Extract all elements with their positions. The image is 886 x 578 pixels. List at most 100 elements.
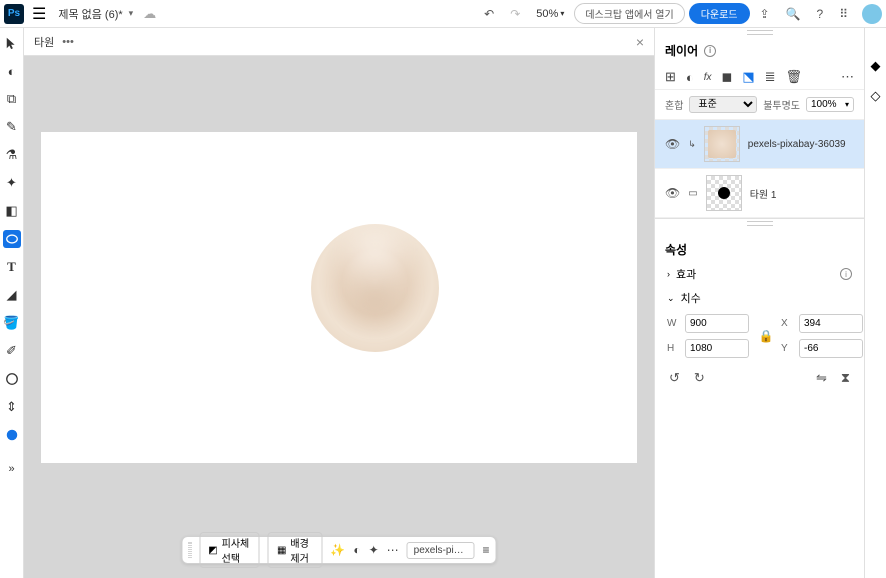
search-icon[interactable]: 🔍 xyxy=(780,5,807,23)
eraser-tool[interactable]: ◧ xyxy=(3,202,21,220)
expand-tools-icon[interactable]: » xyxy=(3,460,21,478)
magic-brush-icon[interactable]: ✨ xyxy=(330,543,345,557)
drag-handle-icon[interactable] xyxy=(189,542,192,558)
open-desktop-button[interactable]: 데스크탑 앱에서 열기 xyxy=(574,3,684,24)
layer-item-image[interactable]: 👁 ↳ pexels-pixabay-36039 xyxy=(655,120,864,169)
lasso-tool[interactable]: ◐ xyxy=(3,62,21,80)
x-input[interactable] xyxy=(799,314,863,333)
apps-icon[interactable]: ⠿ xyxy=(833,5,854,23)
width-label: W xyxy=(667,318,679,329)
chevron-down-icon[interactable]: ▾ xyxy=(129,8,134,19)
clone-tool[interactable]: ⚗ xyxy=(3,146,21,164)
ellipse-tool[interactable] xyxy=(3,230,21,248)
retouch-icon[interactable]: ✦ xyxy=(369,543,379,557)
more-options-icon[interactable]: ••• xyxy=(62,36,74,48)
settings-icon[interactable]: ≡ xyxy=(482,543,489,557)
shape-type-label[interactable]: 타원 xyxy=(34,34,54,50)
crop-tool[interactable]: ⧉ xyxy=(3,90,21,108)
share-icon[interactable]: ⇪ xyxy=(754,5,776,23)
heal-tool[interactable]: ✦ xyxy=(3,174,21,192)
download-button[interactable]: 다운로드 xyxy=(689,3,750,24)
fx-icon[interactable]: fx xyxy=(704,72,712,83)
select-subject-button[interactable]: ◩피사체 선택 xyxy=(199,532,260,568)
properties-panel: 속성 › 효과 i ⌄ 치수 W 🔒 X H Y xyxy=(655,227,864,578)
clip-indicator-icon: ↳ xyxy=(688,139,696,150)
panel-grip[interactable] xyxy=(655,28,864,36)
comments-icon[interactable]: ◆ xyxy=(871,58,881,74)
layer-name-label[interactable]: pexels-pixabay-36039 xyxy=(748,139,846,150)
y-input[interactable] xyxy=(799,339,863,358)
right-panel: 레이어 i ⊞ ◐ fx ◼ ⬔ ≣ 🗑 ⋯ 혼합 표준 불투명도 100%▾ … xyxy=(654,28,864,578)
active-layer-name[interactable]: pexels-pixabay-... xyxy=(407,542,475,559)
x-label: X xyxy=(781,318,793,329)
visibility-icon[interactable]: 👁 xyxy=(665,137,680,151)
add-layer-icon[interactable]: ⊞ xyxy=(665,69,676,85)
more-icon[interactable]: ⋯ xyxy=(387,543,399,557)
brush-tool[interactable]: ✎ xyxy=(3,118,21,136)
width-input[interactable] xyxy=(685,314,749,333)
zoom-level[interactable]: 50% ▾ xyxy=(530,6,570,22)
height-label: H xyxy=(667,343,679,354)
chevron-down-icon[interactable]: ⌄ xyxy=(667,293,675,304)
adjustments-icon[interactable]: ◐ xyxy=(353,543,360,557)
canvas-area[interactable]: ◩피사체 선택 ▦배경 제거 ✨ ◐ ✦ ⋯ pexels-pixabay-..… xyxy=(24,56,654,578)
height-input[interactable] xyxy=(685,339,749,358)
flip-horizontal-icon[interactable]: ⇋ xyxy=(816,370,827,386)
info-icon[interactable]: i xyxy=(840,268,852,280)
stroke-color[interactable] xyxy=(3,370,21,388)
delete-icon[interactable]: 🗑 xyxy=(786,69,803,85)
undo-button[interactable]: ↶ xyxy=(478,5,500,23)
bucket-tool[interactable]: 🪣 xyxy=(3,314,21,332)
effects-label[interactable]: 효과 xyxy=(676,266,834,282)
photoshop-logo[interactable]: Ps xyxy=(4,4,24,24)
user-avatar[interactable] xyxy=(862,4,882,24)
fill-color[interactable] xyxy=(3,426,21,444)
layers-panel-title: 레이어 i xyxy=(655,36,864,65)
y-label: Y xyxy=(781,343,793,354)
flip-vertical-icon[interactable]: ⧗ xyxy=(841,370,850,386)
opacity-label: 불투명도 xyxy=(763,97,800,112)
gradient-tool[interactable]: ◢ xyxy=(3,286,21,304)
layer-menu-icon[interactable]: ⋯ xyxy=(841,69,854,85)
mini-panel-strip: ◆ ◇ xyxy=(864,28,886,578)
adjustment-icon[interactable]: ◐ xyxy=(686,70,694,85)
opacity-value[interactable]: 100%▾ xyxy=(806,97,854,112)
redo-button[interactable]: ↷ xyxy=(504,5,526,23)
layer-list: 👁 ↳ pexels-pixabay-36039 👁 ▭ 타원 1 xyxy=(655,120,864,219)
link-wh-icon[interactable]: 🔒 xyxy=(757,329,775,343)
hamburger-icon[interactable]: ☰ xyxy=(28,2,50,26)
panel-grip[interactable] xyxy=(655,219,864,227)
layer-name-label[interactable]: 타원 1 xyxy=(750,186,777,201)
properties-title: 속성 xyxy=(655,233,864,262)
canvas[interactable] xyxy=(41,132,637,463)
help-icon[interactable]: ? xyxy=(811,5,830,23)
eyedropper-tool[interactable]: ✐ xyxy=(3,342,21,360)
dimensions-label[interactable]: 치수 xyxy=(681,290,852,306)
mask-icon[interactable]: ◼ xyxy=(722,69,733,85)
rotate-ccw-icon[interactable]: ↺ xyxy=(669,370,680,386)
chevron-right-icon[interactable]: › xyxy=(667,269,670,279)
layer-item-ellipse[interactable]: 👁 ▭ 타원 1 xyxy=(655,169,864,218)
layer-thumbnail[interactable] xyxy=(704,126,740,162)
options-bar: 타원 ••• × xyxy=(24,28,654,56)
cloud-sync-icon[interactable]: ☁ xyxy=(143,6,156,22)
document-title[interactable]: 제목 없음 (6)* xyxy=(58,6,122,22)
info-icon[interactable]: i xyxy=(704,45,716,57)
remove-bg-button[interactable]: ▦배경 제거 xyxy=(268,532,322,568)
move-tool[interactable] xyxy=(3,34,21,52)
history-icon[interactable]: ◇ xyxy=(871,88,881,104)
type-tool[interactable]: T xyxy=(3,258,21,276)
clip-mask-icon[interactable]: ⬔ xyxy=(742,69,754,85)
blend-mode-select[interactable]: 표준 xyxy=(689,96,757,113)
layer-thumbnail[interactable] xyxy=(706,175,742,211)
clipped-image[interactable] xyxy=(311,224,439,352)
shape-badge-icon: ▭ xyxy=(688,188,697,199)
context-bar: ◩피사체 선택 ▦배경 제거 ✨ ◐ ✦ ⋯ pexels-pixabay-..… xyxy=(182,536,497,564)
rotate-cw-icon[interactable]: ↻ xyxy=(694,370,705,386)
close-panel-icon[interactable]: × xyxy=(636,34,644,50)
visibility-icon[interactable]: 👁 xyxy=(665,186,680,200)
tools-panel: ◐ ⧉ ✎ ⚗ ✦ ◧ T ◢ 🪣 ✐ ⇕ » xyxy=(0,28,24,578)
group-icon[interactable]: ≣ xyxy=(765,69,776,85)
blend-mode-label: 혼합 xyxy=(665,97,683,112)
stroke-width-icon[interactable]: ⇕ xyxy=(3,398,21,416)
